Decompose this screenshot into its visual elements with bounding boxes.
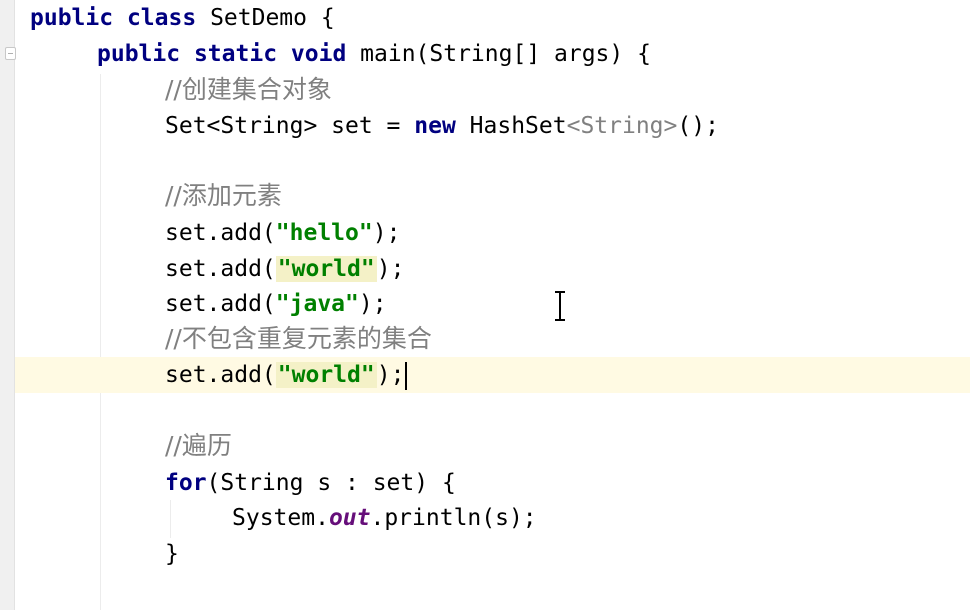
keyword: public	[30, 5, 114, 31]
keyword: for	[165, 470, 207, 496]
indent-guide	[100, 74, 101, 610]
code-line[interactable]: for(String s : set) {	[165, 466, 456, 500]
code-line[interactable]: set.add("world");	[165, 358, 408, 392]
keyword: public	[97, 41, 181, 67]
code-text: set.add(	[165, 362, 276, 388]
string-literal: "world"	[275, 362, 377, 388]
code-line[interactable]: }	[165, 537, 179, 571]
code-editor[interactable]: public class SetDemo { public static voi…	[0, 0, 970, 610]
gutter-divider	[14, 0, 15, 610]
code-text: );	[358, 291, 387, 317]
code-line[interactable]: set.add("hello");	[165, 216, 400, 250]
code-text: set.add(	[165, 291, 276, 317]
code-comment[interactable]: //创建集合对象	[165, 73, 332, 107]
generic-type: <String>	[566, 113, 678, 139]
text-caret	[405, 361, 408, 390]
code-text: .println(s);	[370, 505, 537, 531]
editor-gutter	[0, 0, 14, 610]
string-literal: "java"	[275, 291, 359, 317]
code-line[interactable]: set.add("world");	[165, 252, 404, 286]
code-text: HashSet	[469, 113, 567, 139]
code-line[interactable]: public static void main(String[] args) {	[97, 37, 651, 71]
code-line[interactable]: set.add("java");	[165, 287, 387, 321]
code-comment[interactable]: //不包含重复元素的集合	[165, 322, 432, 356]
current-line-highlight	[15, 357, 970, 393]
code-text: ();	[677, 113, 719, 139]
code-line[interactable]: Set<String> set = new HashSet<String>();	[165, 109, 719, 143]
code-text: );	[372, 220, 401, 246]
class-name: SetDemo {	[210, 5, 335, 31]
code-text: set.add(	[165, 220, 276, 246]
code-line[interactable]: System.out.println(s);	[232, 501, 537, 535]
code-text: );	[376, 362, 405, 388]
string-literal: "hello"	[275, 220, 373, 246]
keyword: static	[193, 41, 278, 67]
static-field: out	[328, 505, 371, 531]
text-cursor-icon	[555, 291, 565, 321]
keyword: class	[126, 5, 197, 31]
keyword: void	[290, 41, 347, 67]
string-literal: "world"	[275, 256, 377, 282]
keyword: new	[414, 113, 456, 139]
code-text: );	[376, 256, 405, 282]
code-line[interactable]: public class SetDemo {	[30, 1, 335, 35]
code-text: System.	[232, 505, 329, 531]
code-text: set.add(	[165, 256, 276, 282]
fold-marker-icon[interactable]	[5, 47, 16, 60]
code-text: (String s : set) {	[206, 470, 456, 496]
code-comment[interactable]: //添加元素	[165, 179, 282, 213]
indent-guide	[170, 500, 171, 538]
code-comment[interactable]: //遍历	[165, 429, 232, 463]
code-text: Set<String> set =	[165, 113, 415, 139]
method-signature: main(String[] args) {	[360, 41, 651, 67]
